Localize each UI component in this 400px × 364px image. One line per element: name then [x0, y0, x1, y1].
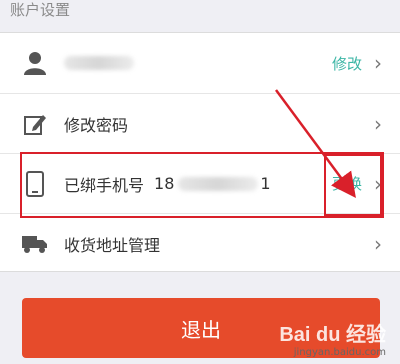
watermark-site: jingyan.baidu.com: [293, 347, 386, 358]
watermark: Bai du 经验 jingyan.baidu.com: [279, 318, 386, 358]
watermark-brand: Bai du 经验: [279, 324, 386, 346]
